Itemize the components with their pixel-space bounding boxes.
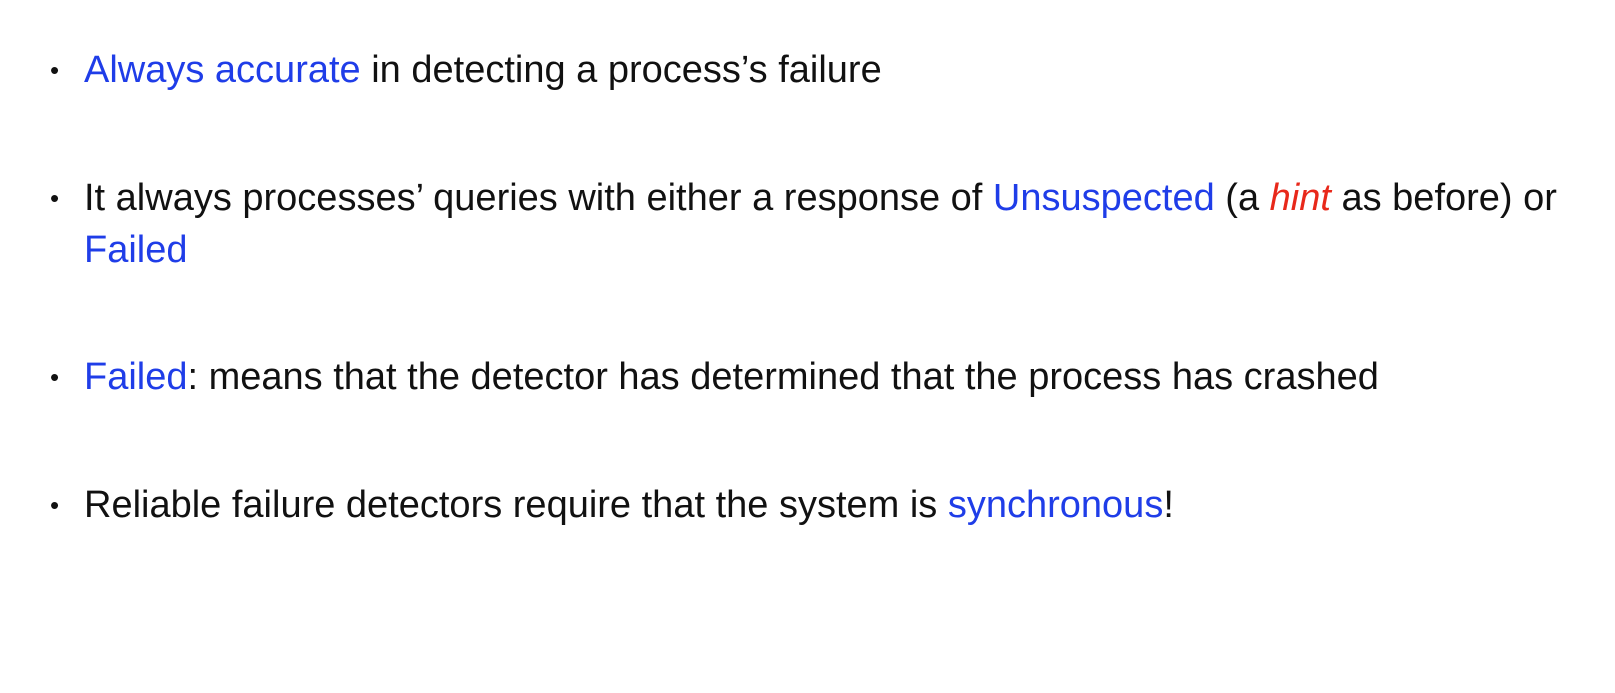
bullet-item-responses: • It always processes’ queries with eith…: [50, 172, 1595, 276]
bullet-icon: •: [50, 362, 60, 392]
text-run: !: [1163, 484, 1174, 526]
highlight-term: Unsuspected: [992, 177, 1215, 219]
text-run: as before) or: [1330, 177, 1557, 219]
emphasis-term: hint: [1269, 177, 1331, 219]
bullet-item-failed-meaning: • Failed: means that the detector has de…: [50, 351, 1595, 403]
bullet-text: Failed: means that the detector has dete…: [84, 351, 1595, 403]
bullet-icon: •: [50, 490, 60, 520]
bullet-text: Reliable failure detectors require that …: [84, 479, 1595, 531]
slide: • Always accurate in detecting a process…: [0, 0, 1615, 693]
text-run: It always processes’ queries with either…: [84, 177, 993, 219]
text-run: : means that the detector has determined…: [187, 356, 1379, 398]
text-run: (a: [1214, 177, 1270, 219]
highlight-term: Failed: [84, 356, 188, 398]
text-run: Reliable failure detectors require that …: [84, 484, 948, 526]
highlight-term: Always accurate: [84, 49, 361, 91]
text-run: in detecting a process’s failure: [360, 49, 882, 91]
bullet-text: It always processes’ queries with either…: [84, 172, 1595, 276]
highlight-term: synchronous: [947, 484, 1164, 526]
bullet-icon: •: [50, 183, 60, 213]
bullet-text: Always accurate in detecting a process’s…: [84, 44, 1595, 96]
highlight-term: Failed: [84, 229, 188, 271]
bullet-item-synchronous: • Reliable failure detectors require tha…: [50, 479, 1595, 531]
bullet-item-accuracy: • Always accurate in detecting a process…: [50, 44, 1595, 96]
bullet-icon: •: [50, 55, 60, 85]
